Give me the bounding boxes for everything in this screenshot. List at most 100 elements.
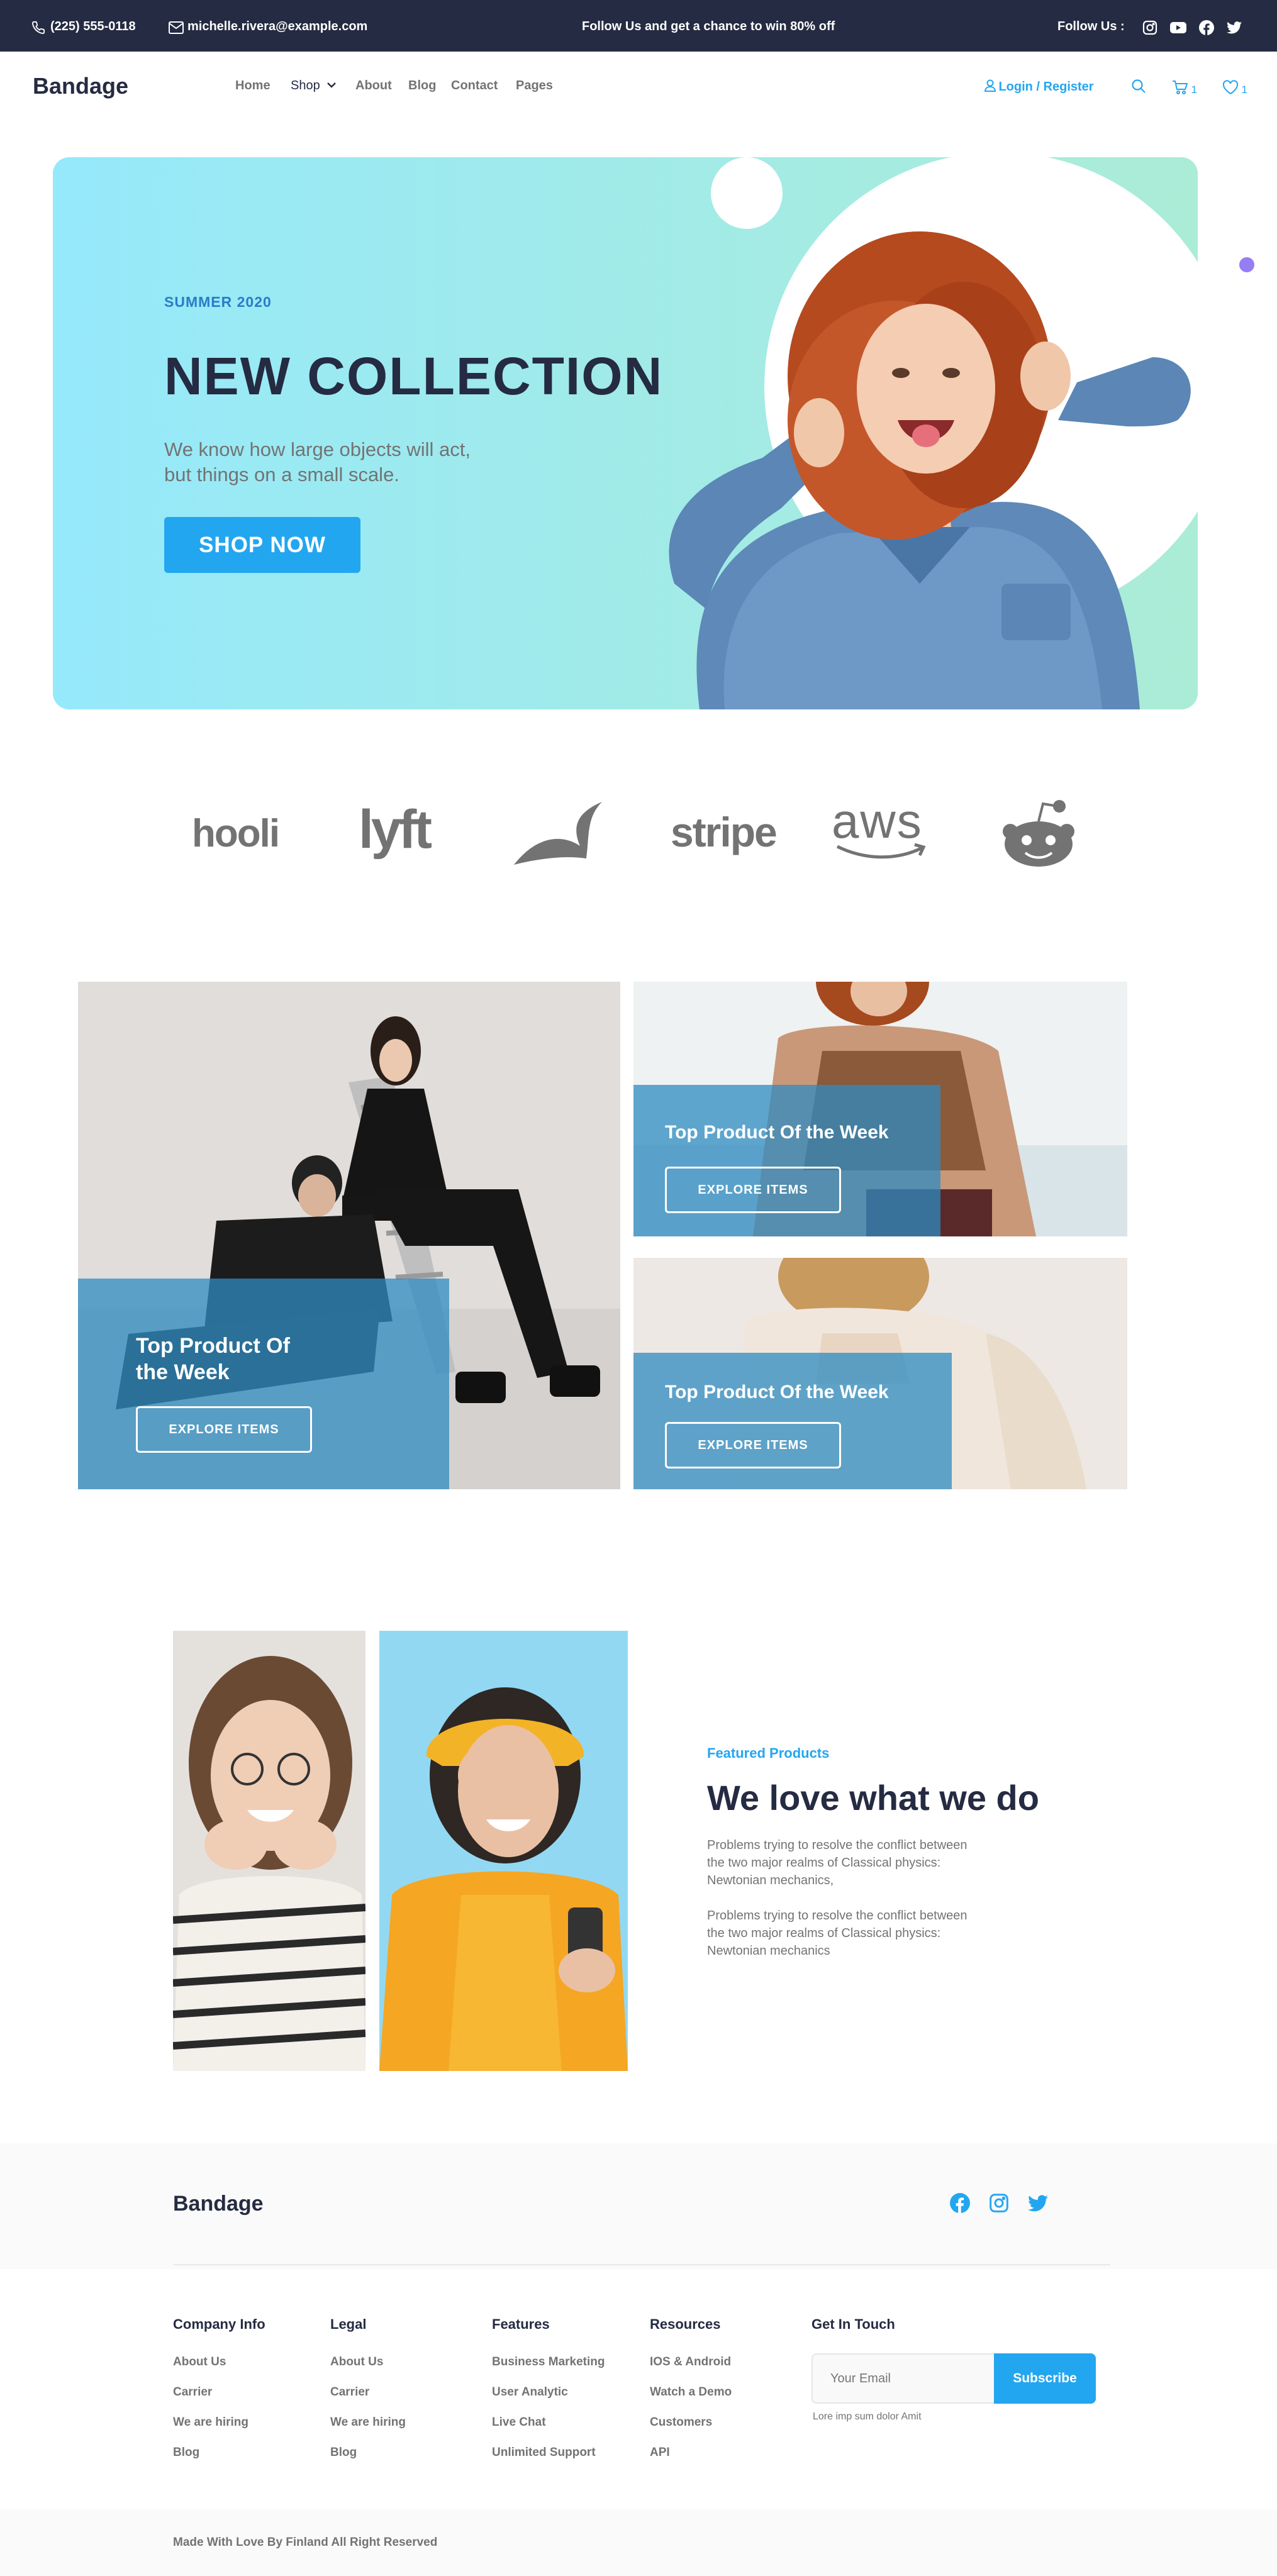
footer-column-title: Features [492,2316,550,2332]
footer-link[interactable]: API [650,2446,732,2460]
footer-column-features: Features Business Marketing User Analyti… [492,2316,605,2460]
footer-divider [173,2264,1110,2265]
featured-image-right-art [379,1631,628,2071]
stripe-logo: stripe [671,809,778,855]
heart-icon [1222,80,1239,95]
footer-link[interactable]: Live Chat [492,2416,605,2429]
promo-text: Follow Us and get a chance to win 80% of… [582,19,835,33]
product-card-bottom-right-title: Top Product Of the Week [665,1382,889,1402]
nav-home[interactable]: Home [235,79,270,93]
hero-description-line-1: We know how large objects will act, [164,438,471,460]
nav-shop[interactable]: Shop [291,79,337,93]
nav-about[interactable]: About [355,79,392,93]
subscribe-note: Lore imp sum dolor Amit [813,2411,922,2422]
shop-now-button[interactable]: SHOP NOW [164,517,360,573]
instagram-icon[interactable] [1142,20,1157,35]
footer-link[interactable]: Business Marketing [492,2355,605,2369]
featured-paragraph-1: Problems trying to resolve the conflict … [707,1836,968,1889]
footer-link[interactable]: We are hiring [330,2416,406,2429]
twitter-icon[interactable] [1227,21,1242,35]
footer-link[interactable]: Carrier [330,2385,406,2399]
footer-brand[interactable]: Bandage [173,2192,264,2216]
wishlist-button[interactable]: 1 [1222,78,1247,96]
featured-paragraph-1-line-2: the two major realms of Classical physic… [707,1856,941,1870]
footer-link[interactable]: Blog [330,2446,406,2460]
phone-number[interactable]: (225) 555-0118 [50,19,136,34]
featured-image-left [173,1631,365,2071]
footer-column-title: Company Info [173,2316,265,2332]
hero-description-line-2: but things on a small scale. [164,464,399,486]
featured-label: Featured Products [707,1745,830,1761]
product-card-bottom-right[interactable]: Top Product Of the Week EXPLORE ITEMS [633,1258,1127,1489]
follow-us-label: Follow Us : [1057,19,1125,33]
nav-contact[interactable]: Contact [451,79,498,93]
footer-link[interactable]: Customers [650,2416,732,2429]
footer-instagram-icon[interactable] [989,2193,1009,2213]
hero-banner: SUMMER 2020 NEW COLLECTION We know how l… [53,157,1198,709]
footer-link[interactable]: User Analytic [492,2385,605,2399]
aws-logo: aws [832,792,932,862]
brand-logos-row: hooli lyft stripe aws [0,786,1277,874]
featured-paragraph-2-line-3: Newtonian mechanics [707,1944,830,1958]
footer-link[interactable]: IOS & Android [650,2355,732,2369]
nav-pages[interactable]: Pages [516,79,553,93]
footer-link[interactable]: Watch a Demo [650,2385,732,2399]
cart-count: 1 [1191,84,1197,96]
user-icon [984,79,996,92]
product-card-top-right[interactable]: Top Product Of the Week EXPLORE ITEMS [633,982,1127,1236]
leaf-brand-logo [514,802,602,865]
featured-paragraph-2-line-1: Problems trying to resolve the conflict … [707,1909,968,1923]
featured-paragraph-2: Problems trying to resolve the conflict … [707,1907,968,1960]
footer-column-legal: Legal About Us Carrier We are hiring Blo… [330,2316,406,2460]
featured-image-left-art [173,1631,365,2071]
hooli-logo: hooli [192,812,280,855]
hero-model-image [669,231,1191,709]
footer-column-title: Resources [650,2316,721,2332]
hero-season-label: SUMMER 2020 [164,294,272,310]
footer-facebook-icon[interactable] [950,2193,970,2213]
aws-smile-icon [836,843,926,859]
footer-link[interactable]: We are hiring [173,2416,265,2429]
subscribe-button[interactable]: Subscribe [994,2353,1096,2404]
nav-blog[interactable]: Blog [408,79,436,93]
product-card-bottom-right-overlay: Top Product Of the Week EXPLORE ITEMS [633,1353,952,1489]
product-card-large-overlay: Top Product Of the Week EXPLORE ITEMS [78,1279,449,1489]
explore-items-button-top-right[interactable]: EXPLORE ITEMS [665,1167,841,1213]
nav-shop-label: Shop [291,79,320,92]
wishlist-count: 1 [1241,84,1247,96]
footer-link[interactable]: Blog [173,2446,265,2460]
search-icon[interactable] [1131,79,1146,94]
featured-paragraph-2-line-2: the two major realms of Classical physic… [707,1926,941,1940]
product-card-large[interactable]: Top Product Of the Week EXPLORE ITEMS [78,982,620,1489]
product-card-large-title-line-1: Top Product Of [136,1334,290,1358]
footer-link[interactable]: Unlimited Support [492,2446,605,2460]
brand-logo[interactable]: Bandage [33,73,128,99]
featured-paragraph-1-line-1: Problems trying to resolve the conflict … [707,1838,968,1852]
featured-title: We love what we do [707,1778,1039,1818]
newsletter-form: Subscribe [811,2353,1096,2404]
footer-twitter-icon[interactable] [1028,2195,1048,2212]
footer-column-company-info: Company Info About Us Carrier We are hir… [173,2316,265,2460]
youtube-icon[interactable] [1170,21,1186,35]
email-address[interactable]: michelle.rivera@example.com [187,19,367,34]
footer-link[interactable]: Carrier [173,2385,265,2399]
footer-link[interactable]: About Us [173,2355,265,2369]
facebook-icon[interactable] [1199,20,1214,35]
login-register-label: Login / Register [998,80,1094,94]
newsletter-email-input[interactable] [811,2353,995,2404]
footer-column-resources: Resources IOS & Android Watch a Demo Cus… [650,2316,732,2460]
get-in-touch-title: Get In Touch [811,2316,895,2332]
top-bar: (225) 555-0118 michelle.rivera@example.c… [0,0,1277,52]
login-register-link[interactable]: Login / Register [984,78,1094,94]
copyright-text: Made With Love By Finland All Right Rese… [173,2536,438,2549]
product-card-top-right-overlay: Top Product Of the Week EXPLORE ITEMS [633,1085,940,1236]
explore-items-button-large[interactable]: EXPLORE ITEMS [136,1406,312,1453]
product-card-large-title-line-2: the Week [136,1360,230,1384]
footer-link[interactable]: About Us [330,2355,406,2369]
cart-icon [1173,80,1188,94]
explore-items-button-bottom-right[interactable]: EXPLORE ITEMS [665,1422,841,1468]
chevron-down-icon [327,82,337,88]
cart-button[interactable]: 1 [1172,78,1197,96]
footer-column-title: Legal [330,2316,367,2332]
decorative-dot-white [1217,372,1246,401]
